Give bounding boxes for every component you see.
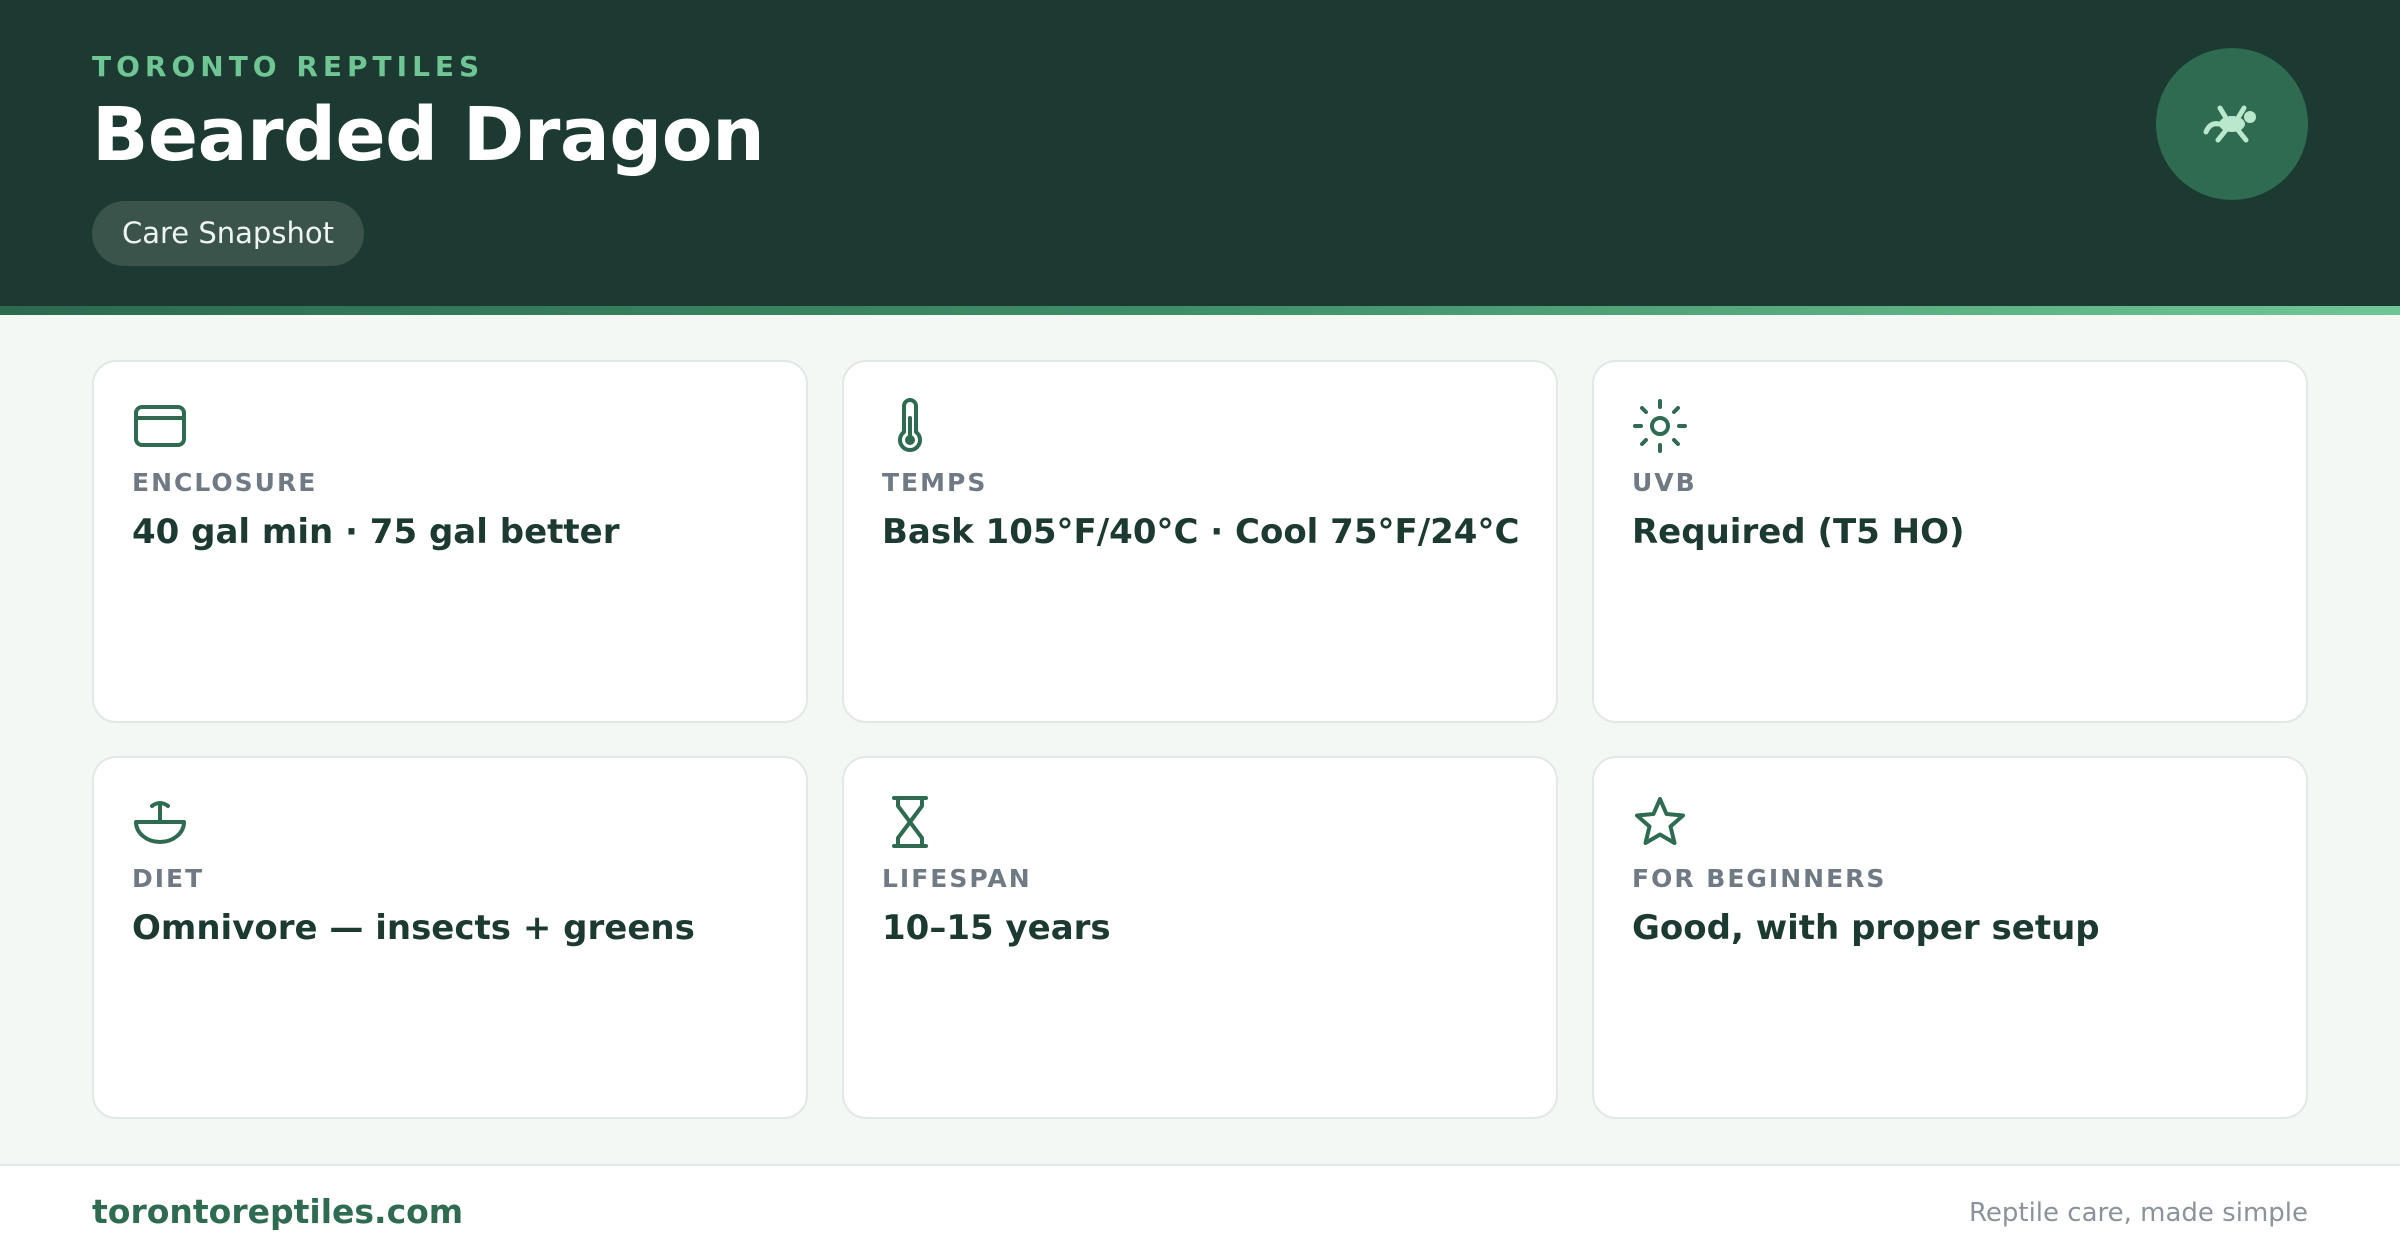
website-link[interactable]: torontoreptiles.com xyxy=(92,1192,463,1231)
info-card-uvb: UVB Required (T5 HO) xyxy=(1592,360,2308,723)
tagline: Reptile care, made simple xyxy=(1968,1198,2308,1228)
card-label: UVB xyxy=(1632,468,1697,497)
lizard-icon xyxy=(2203,105,2256,143)
brand-name: TORONTO REPTILES xyxy=(92,50,485,83)
hourglass-icon xyxy=(892,796,928,848)
header-accent-stripe xyxy=(0,306,2400,315)
page-title: Bearded Dragon xyxy=(92,92,765,178)
care-snapshot-badge: Care Snapshot xyxy=(92,201,364,266)
card-value: Required (T5 HO) xyxy=(1632,512,1965,552)
info-card-lifespan: LIFESPAN 10–15 years xyxy=(842,756,1558,1119)
sun-icon xyxy=(1633,399,1687,453)
info-card-beginners: FOR BEGINNERS Good, with proper setup xyxy=(1592,756,2308,1119)
card-value: Good, with proper setup xyxy=(1632,908,2100,948)
thermometer-icon xyxy=(898,398,922,452)
footer: torontoreptiles.com Reptile care, made s… xyxy=(0,1164,2400,1260)
bowl-icon xyxy=(134,801,186,844)
card-label: FOR BEGINNERS xyxy=(1632,864,1887,893)
card-value: 40 gal min · 75 gal better xyxy=(132,512,620,552)
card-value: Omnivore — insects + greens xyxy=(132,908,695,948)
card-label: TEMPS xyxy=(882,468,988,497)
header: TORONTO REPTILES Bearded Dragon Care Sna… xyxy=(0,0,2400,306)
card-label: ENCLOSURE xyxy=(132,468,318,497)
card-value: Bask 105°F/40°C · Cool 75°F/24°C xyxy=(882,512,1520,552)
enclosure-icon xyxy=(134,405,186,447)
info-card-enclosure: ENCLOSURE 40 gal min · 75 gal better xyxy=(92,360,808,723)
info-card-temps: TEMPS Bask 105°F/40°C · Cool 75°F/24°C xyxy=(842,360,1558,723)
star-icon xyxy=(1635,797,1685,845)
card-label: LIFESPAN xyxy=(882,864,1032,893)
info-card-diet: DIET Omnivore — insects + greens xyxy=(92,756,808,1119)
card-value: 10–15 years xyxy=(882,908,1111,948)
logo-badge xyxy=(2156,48,2308,200)
card-label: DIET xyxy=(132,864,205,893)
